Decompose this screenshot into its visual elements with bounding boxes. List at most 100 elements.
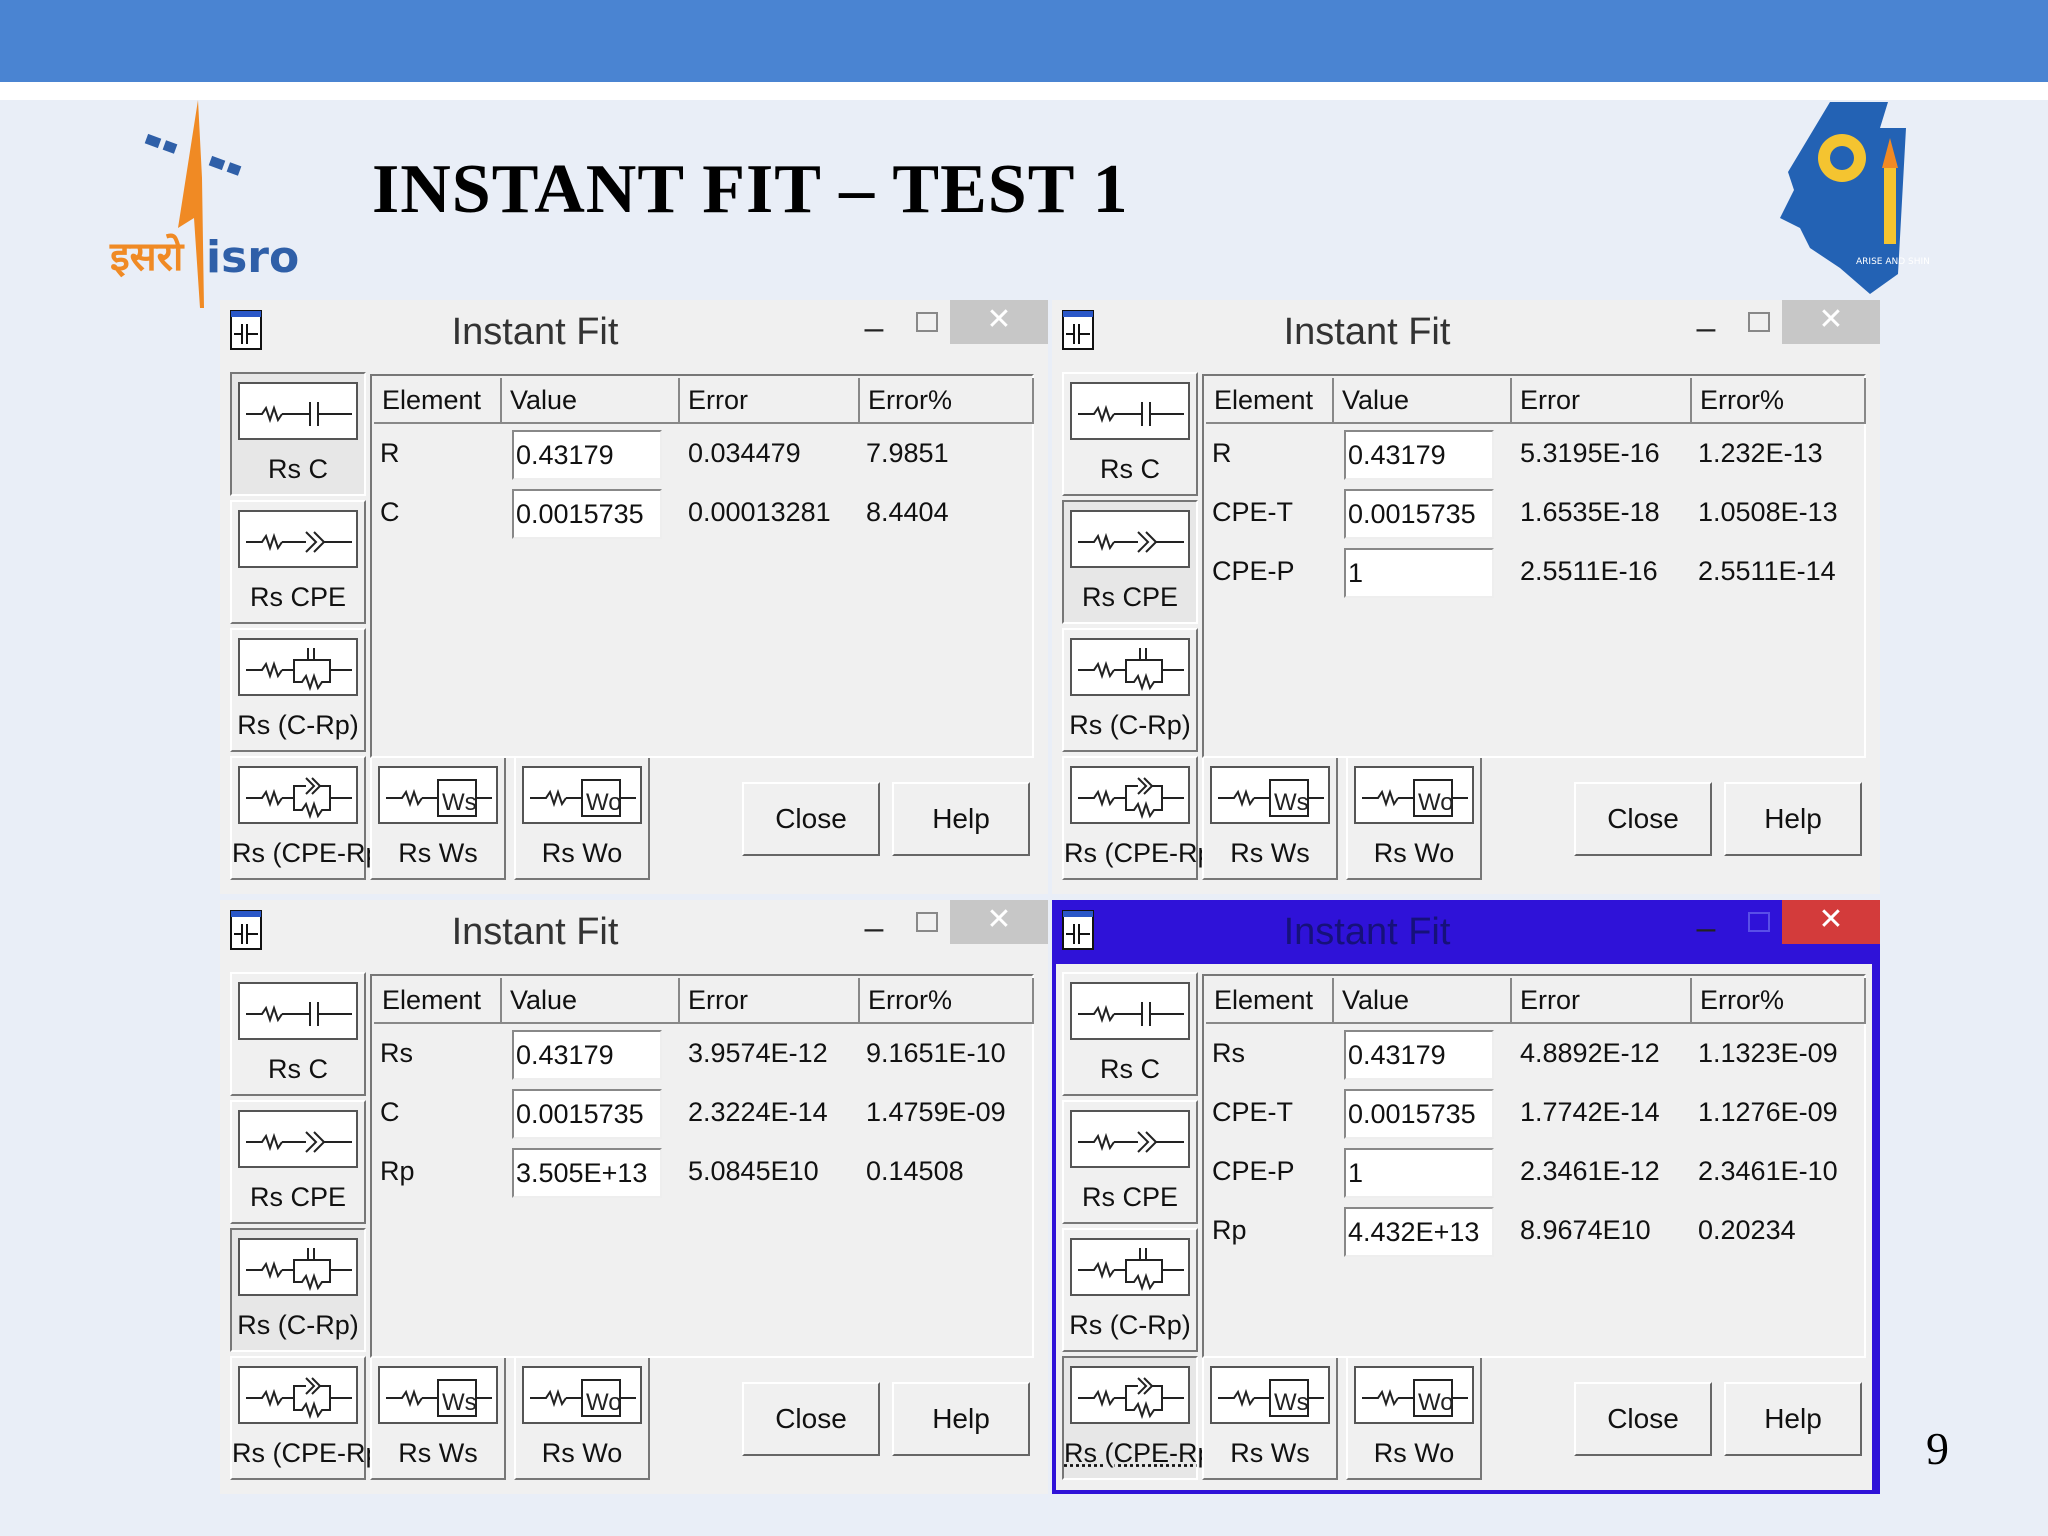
slide-title: INSTANT FIT – TEST 1 (372, 151, 1129, 228)
column-header[interactable]: Element (1206, 978, 1334, 1024)
column-header[interactable]: Value (1334, 378, 1512, 424)
rs-ws-circuit-icon: Ws (378, 766, 498, 824)
close-button[interactable]: Close (742, 782, 880, 856)
row-element: C (380, 497, 400, 527)
window-titlebar[interactable]: Instant Fit – ✕ (220, 300, 1048, 364)
help-button[interactable]: Help (892, 782, 1030, 856)
column-header[interactable]: Error% (860, 378, 1034, 424)
rs-cpe-rp-button[interactable]: Rs (CPE-Rp) (1062, 756, 1222, 880)
rs-c-button[interactable]: Rs C (1062, 972, 1198, 1096)
value-field[interactable]: 0.0015735 (512, 489, 662, 539)
column-header[interactable]: Value (502, 378, 680, 424)
rs-ws-button[interactable]: Ws Rs Ws (1202, 756, 1338, 880)
rs-cpe-button[interactable]: Rs CPE (230, 500, 366, 624)
header-divider (0, 82, 2048, 100)
column-header[interactable]: Element (1206, 378, 1334, 424)
value-field[interactable]: 0.0015735 (512, 1089, 662, 1139)
window-titlebar[interactable]: Instant Fit – ✕ (1052, 900, 1880, 964)
parameter-table: Element Value Error Error% Rs 0.43179 3.9574E-… (370, 974, 1034, 1358)
close-window-button[interactable]: ✕ (1782, 300, 1880, 344)
column-header[interactable]: Error (1512, 978, 1692, 1024)
close-window-button[interactable]: ✕ (950, 900, 1048, 944)
rs-c-button[interactable]: Rs C (1062, 372, 1198, 496)
column-header[interactable]: Error% (860, 978, 1034, 1024)
value-field[interactable]: 0.43179 (512, 430, 662, 480)
rs-wo-button[interactable]: Wo Rs Wo (514, 1356, 650, 1480)
rs-cpe-button[interactable]: Rs CPE (1062, 500, 1198, 624)
column-header[interactable]: Error% (1692, 978, 1866, 1024)
close-window-button[interactable]: ✕ (1782, 900, 1880, 944)
circuit-button-label: Rs (CPE-Rp) (1064, 1438, 1222, 1468)
rs-c-button[interactable]: Rs C (230, 372, 366, 496)
column-header[interactable]: Element (374, 978, 502, 1024)
row-error-percent: 0.14508 (866, 1156, 964, 1186)
value-field[interactable]: 0.0015735 (1344, 1089, 1494, 1139)
minimize-button[interactable]: – (856, 308, 892, 348)
column-header[interactable]: Error% (1692, 378, 1866, 424)
value-field[interactable]: 3.505E+13 (512, 1148, 662, 1198)
row-error: 4.8892E-12 (1520, 1038, 1660, 1068)
close-button[interactable]: Close (742, 1382, 880, 1456)
column-header[interactable]: Error (1512, 378, 1692, 424)
rs-cpe-circuit-icon (1070, 1110, 1190, 1168)
parameter-table: Element Value Error Error% R 0.43179 0.034479 7… (370, 374, 1034, 758)
rs-c-rp-circuit-icon (238, 638, 358, 696)
value-field[interactable]: 0.43179 (512, 1030, 662, 1080)
window-titlebar[interactable]: Instant Fit – ✕ (1052, 300, 1880, 364)
svg-text:Wo: Wo (586, 1389, 622, 1416)
rs-c-rp-button[interactable]: Rs (C-Rp) (1062, 1228, 1198, 1352)
circuit-button-label: Rs C (268, 454, 328, 484)
row-error: 3.9574E-12 (688, 1038, 828, 1068)
window-titlebar[interactable]: Instant Fit – ✕ (220, 900, 1048, 964)
help-button[interactable]: Help (892, 1382, 1030, 1456)
rs-cpe-button[interactable]: Rs CPE (1062, 1100, 1198, 1224)
svg-text:Ws: Ws (1274, 1389, 1309, 1416)
rs-ws-button[interactable]: Ws Rs Ws (370, 1356, 506, 1480)
value-field[interactable]: 0.0015735 (1344, 489, 1494, 539)
column-header[interactable]: Value (1334, 978, 1512, 1024)
minimize-button[interactable]: – (856, 908, 892, 948)
rs-cpe-rp-button[interactable]: Rs (CPE-Rp) (230, 1356, 390, 1480)
rs-c-rp-button[interactable]: Rs (C-Rp) (230, 628, 366, 752)
maximize-button[interactable] (1740, 908, 1776, 948)
column-header[interactable]: Element (374, 378, 502, 424)
rs-wo-button[interactable]: Wo Rs Wo (1346, 756, 1482, 880)
instant-fit-window: Instant Fit – ✕ Rs C Rs CPE Rs (C-Rp) Rs (CPE-… (220, 300, 1048, 894)
maximize-button[interactable] (908, 908, 944, 948)
rs-ws-button[interactable]: Ws Rs Ws (1202, 1356, 1338, 1480)
maximize-button[interactable] (908, 308, 944, 348)
minimize-button[interactable]: – (1688, 908, 1724, 948)
minimize-button[interactable]: – (1688, 308, 1724, 348)
help-button[interactable]: Help (1724, 1382, 1862, 1456)
rs-ws-button[interactable]: Ws Rs Ws (370, 756, 506, 880)
close-window-button[interactable]: ✕ (950, 300, 1048, 344)
rs-wo-button[interactable]: Wo Rs Wo (1346, 1356, 1482, 1480)
help-button[interactable]: Help (1724, 782, 1862, 856)
svg-text:Ws: Ws (1274, 789, 1309, 816)
value-field[interactable]: 4.432E+13 (1344, 1207, 1494, 1257)
value-field[interactable]: 0.43179 (1344, 430, 1494, 480)
circuit-button-label: Rs Ws (398, 1438, 478, 1468)
rs-c-button[interactable]: Rs C (230, 972, 366, 1096)
column-header[interactable]: Error (680, 978, 860, 1024)
rs-wo-button[interactable]: Wo Rs Wo (514, 756, 650, 880)
value-field[interactable]: 1 (1344, 1148, 1494, 1198)
rs-c-rp-button[interactable]: Rs (C-Rp) (230, 1228, 366, 1352)
rs-cpe-button[interactable]: Rs CPE (230, 1100, 366, 1224)
value-field[interactable]: 0.43179 (1344, 1030, 1494, 1080)
close-button[interactable]: Close (1574, 782, 1712, 856)
window-body: Rs C Rs CPE Rs (C-Rp) Rs (CPE-Rp) Ws Rs Ws Wo R… (224, 364, 1040, 890)
svg-text:Wo: Wo (586, 789, 622, 816)
rs-cpe-rp-button[interactable]: Rs (CPE-Rp) (230, 756, 390, 880)
row-error: 1.6535E-18 (1520, 497, 1660, 527)
column-header[interactable]: Value (502, 978, 680, 1024)
close-button[interactable]: Close (1574, 1382, 1712, 1456)
value-field[interactable]: 1 (1344, 548, 1494, 598)
row-error: 0.034479 (688, 438, 801, 468)
column-header[interactable]: Error (680, 378, 860, 424)
maximize-button[interactable] (1740, 308, 1776, 348)
rs-c-rp-button[interactable]: Rs (C-Rp) (1062, 628, 1198, 752)
rs-cpe-rp-button[interactable]: Rs (CPE-Rp) (1062, 1356, 1222, 1480)
window-title: Instant Fit (451, 311, 619, 353)
row-element: CPE-T (1212, 497, 1293, 527)
